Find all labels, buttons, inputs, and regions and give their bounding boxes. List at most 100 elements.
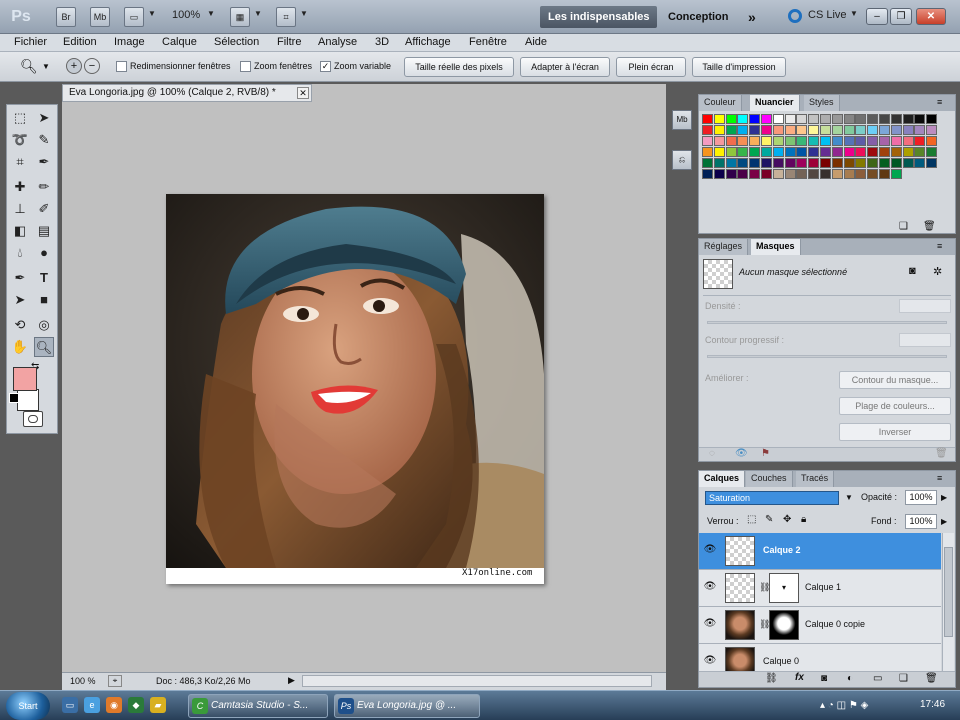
layer-row-calque-0[interactable]: 👁︎ Calque 0	[699, 644, 941, 671]
bridge-button[interactable]: Br	[56, 7, 76, 27]
color-swatch[interactable]	[796, 169, 808, 179]
color-swatch[interactable]	[702, 169, 713, 179]
color-swatch[interactable]	[890, 158, 902, 168]
color-swatch[interactable]	[725, 169, 737, 179]
3d-orbit-tool-icon[interactable]: ◎	[34, 315, 54, 335]
folder-icon[interactable]: ▰	[150, 697, 166, 713]
history-brush-tool-icon[interactable]: ✐	[34, 199, 54, 219]
color-swatch[interactable]	[737, 147, 749, 157]
color-swatch[interactable]	[879, 136, 890, 146]
color-swatch[interactable]	[843, 158, 855, 168]
print-size-button[interactable]: Taille d'impression	[692, 57, 786, 77]
color-swatch[interactable]	[820, 136, 831, 146]
color-swatch[interactable]	[926, 114, 938, 124]
color-swatch[interactable]	[749, 114, 761, 124]
layers-scrollbar[interactable]	[942, 533, 954, 671]
color-swatch[interactable]	[761, 136, 772, 146]
color-swatch[interactable]	[855, 114, 867, 124]
color-swatch[interactable]	[867, 114, 879, 124]
type-tool-icon[interactable]: T	[34, 268, 54, 288]
crop-tool-icon[interactable]: ⌗	[10, 152, 30, 172]
tab-calques[interactable]: Calques	[699, 471, 746, 487]
color-swatch[interactable]	[713, 136, 725, 146]
zoom-tool-selected-icon[interactable]: 🔍︎	[34, 337, 54, 357]
menu-aide[interactable]: Aide	[525, 36, 547, 48]
color-swatch[interactable]	[820, 147, 831, 157]
lasso-tool-icon[interactable]: ➰	[10, 130, 30, 150]
color-swatch[interactable]	[855, 125, 867, 135]
view-extras-icon[interactable]: ▭	[124, 7, 144, 27]
color-swatch[interactable]	[749, 169, 761, 179]
firefox-icon[interactable]: ◉	[106, 697, 122, 713]
color-swatch[interactable]	[843, 114, 855, 124]
move-tool-icon[interactable]: ➤	[34, 108, 54, 128]
color-swatch[interactable]	[761, 125, 772, 135]
color-swatch[interactable]	[784, 147, 796, 157]
chevron-down-icon[interactable]: ▼	[148, 9, 156, 18]
quick-selection-tool-icon[interactable]: ✎	[34, 130, 54, 150]
menu-calque[interactable]: Calque	[162, 36, 197, 48]
color-swatch[interactable]	[831, 136, 843, 146]
color-swatch[interactable]	[725, 114, 737, 124]
color-swatch[interactable]	[772, 136, 784, 146]
color-swatch[interactable]	[855, 169, 867, 179]
color-swatch[interactable]	[761, 114, 772, 124]
fill-screen-button[interactable]: Plein écran	[616, 57, 686, 77]
add-mask-icon[interactable]: ◙	[821, 673, 827, 684]
color-swatch[interactable]	[855, 136, 867, 146]
zoom-out-icon[interactable]: −	[84, 58, 100, 74]
workspace-essentials[interactable]: Les indispensables	[540, 6, 658, 28]
chevron-down-icon[interactable]: ▼	[300, 9, 308, 18]
zoom-tool-icon[interactable]: 🔍︎	[20, 58, 38, 75]
scrubby-zoom-checkbox[interactable]: ✓	[320, 61, 331, 72]
panel-menu-icon[interactable]: ≡	[937, 241, 942, 251]
menu-affichage[interactable]: Affichage	[405, 36, 451, 48]
color-swatch[interactable]	[890, 114, 902, 124]
panel-menu-icon[interactable]: ≡	[937, 473, 942, 483]
color-swatch[interactable]	[831, 158, 843, 168]
color-swatch[interactable]	[867, 158, 879, 168]
color-swatch[interactable]	[808, 169, 820, 179]
color-swatch[interactable]	[772, 125, 784, 135]
taskbar-camtasia[interactable]: C Camtasia Studio - S...	[188, 694, 328, 718]
feather-slider[interactable]	[707, 355, 947, 358]
ie-icon[interactable]: e	[84, 697, 100, 713]
color-swatch[interactable]	[890, 136, 902, 146]
color-swatch[interactable]	[820, 114, 831, 124]
density-input[interactable]	[899, 299, 951, 313]
new-swatch-icon[interactable]: ❑	[899, 221, 908, 232]
menu-fenetre[interactable]: Fenêtre	[469, 36, 507, 48]
color-swatch[interactable]	[855, 158, 867, 168]
document-tab[interactable]: Eva Longoria.jpg @ 100% (Calque 2, RVB/8…	[62, 84, 312, 102]
screen-mode-icon[interactable]: ⌗	[276, 7, 296, 27]
menu-edition[interactable]: Edition	[63, 36, 97, 48]
color-swatch[interactable]	[914, 125, 926, 135]
color-swatch[interactable]	[784, 158, 796, 168]
app-icon[interactable]: ◆	[128, 697, 144, 713]
pixel-mask-icon[interactable]: ◙	[909, 265, 916, 277]
layer-mask-thumbnail[interactable]	[769, 610, 799, 640]
feather-input[interactable]	[899, 333, 951, 347]
fill-input[interactable]: 100%	[905, 514, 937, 529]
eyedropper-tool-icon[interactable]: ✒	[34, 152, 54, 172]
chevron-right-icon[interactable]: ▶	[941, 493, 947, 502]
status-arrow-icon[interactable]: ▶	[288, 675, 295, 686]
layer-name[interactable]: Calque 2	[763, 545, 801, 555]
cs-live-button[interactable]: CS Live	[808, 9, 847, 21]
color-swatch[interactable]	[867, 125, 879, 135]
color-swatch[interactable]	[914, 114, 926, 124]
layer-style-icon[interactable]: fx	[795, 672, 804, 683]
color-swatch[interactable]	[713, 114, 725, 124]
color-swatch[interactable]	[808, 136, 820, 146]
menu-analyse[interactable]: Analyse	[318, 36, 357, 48]
color-swatch[interactable]	[749, 136, 761, 146]
foreground-color-swatch[interactable]	[13, 367, 37, 391]
color-swatch[interactable]	[784, 125, 796, 135]
color-swatch[interactable]	[761, 169, 772, 179]
opacity-input[interactable]: 100%	[905, 490, 937, 505]
dodge-tool-icon[interactable]: ●	[34, 243, 54, 263]
menu-image[interactable]: Image	[114, 36, 145, 48]
color-swatch[interactable]	[914, 147, 926, 157]
color-swatch[interactable]	[855, 147, 867, 157]
tab-traces[interactable]: Tracés	[796, 471, 835, 487]
